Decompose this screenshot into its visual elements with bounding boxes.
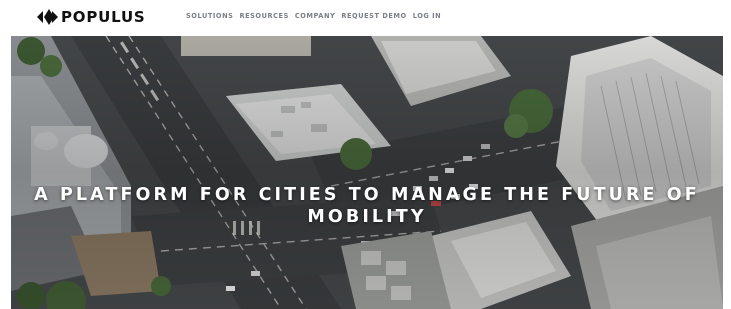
nav-link-log-in[interactable]: LOG IN xyxy=(413,12,442,21)
top-navigation-bar: POPULUS SOLUTIONS RESOURCES COMPANY REQU… xyxy=(0,0,731,34)
hero-headline: A PLATFORM FOR CITIES TO MANAGE THE FUTU… xyxy=(11,184,723,228)
brand-logo-link[interactable]: POPULUS xyxy=(37,8,146,26)
hero-headline-line-2: MOBILITY xyxy=(307,206,427,227)
nav-link-request-demo[interactable]: REQUEST DEMO xyxy=(341,12,406,21)
hero-headline-line-1: A PLATFORM FOR CITIES TO MANAGE THE FUTU… xyxy=(34,184,700,205)
brand-name: POPULUS xyxy=(61,8,146,26)
nav-link-resources[interactable]: RESOURCES xyxy=(239,12,288,21)
nav-link-solutions[interactable]: SOLUTIONS xyxy=(186,12,233,21)
hero-banner: A PLATFORM FOR CITIES TO MANAGE THE FUTU… xyxy=(11,36,723,309)
nav-link-company[interactable]: COMPANY xyxy=(295,12,335,21)
main-nav: SOLUTIONS RESOURCES COMPANY REQUEST DEMO… xyxy=(186,12,441,21)
hero-background-image xyxy=(11,36,723,309)
page: POPULUS SOLUTIONS RESOURCES COMPANY REQU… xyxy=(0,0,731,309)
populus-logo-icon xyxy=(37,9,58,25)
